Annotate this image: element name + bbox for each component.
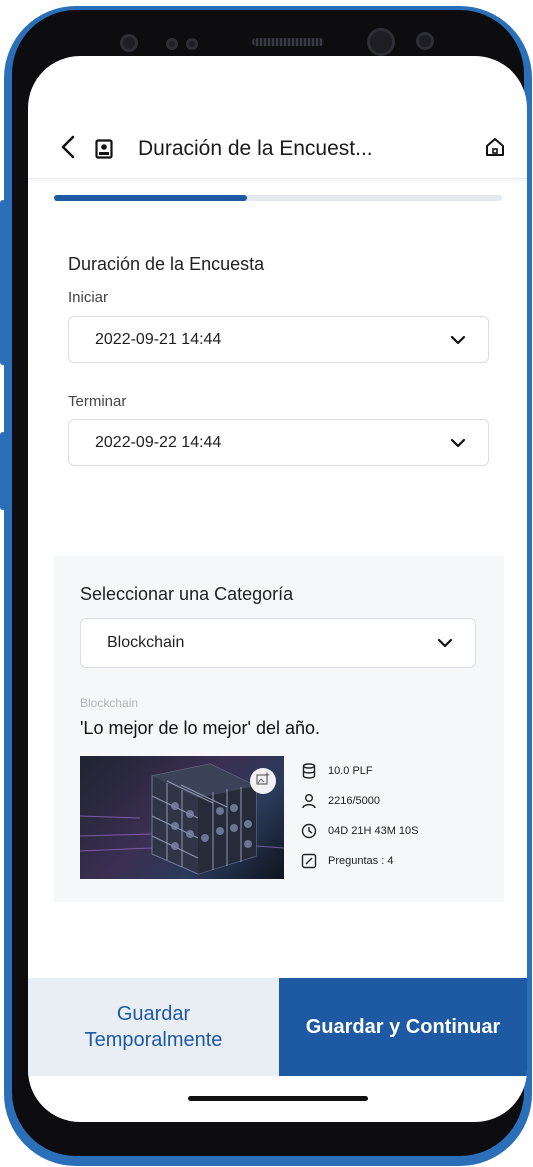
card-category-label: Blockchain [80, 696, 139, 710]
category-panel: Seleccionar una Categoría Blockchain Blo… [54, 556, 504, 902]
camera-lens [416, 32, 434, 50]
id-badge-icon [92, 137, 116, 161]
chevron-down-icon [438, 423, 478, 463]
home-icon [483, 135, 507, 164]
start-label: Iniciar [68, 289, 109, 306]
phone-side-button [0, 200, 6, 365]
chevron-down-icon [425, 623, 465, 663]
back-button[interactable] [48, 129, 88, 169]
save-and-continue-label: Guardar y Continuar [305, 1015, 501, 1038]
edit-square-icon [300, 852, 318, 870]
page-title: Duración de la Encuest... [138, 137, 373, 160]
change-image-button[interactable] [250, 768, 276, 794]
stat-time-left: 04D 21H 43M 10S [300, 816, 419, 846]
user-icon [300, 792, 318, 810]
image-add-icon [256, 772, 270, 791]
stat-participants-text: 2216/5000 [328, 795, 380, 807]
phone-side-button [0, 432, 6, 510]
category-select[interactable]: Blockchain [80, 618, 476, 668]
survey-stats: 10.0 PLF 2216/5000 04D 21H 43M 10S Pregu… [300, 756, 419, 876]
stat-participants: 2216/5000 [300, 786, 419, 816]
database-icon [300, 762, 318, 780]
duration-section-title: Duración de la Encuesta [68, 254, 265, 274]
home-button[interactable] [477, 131, 513, 167]
end-date-select[interactable]: 2022-09-22 14:44 [68, 419, 489, 466]
chevron-down-icon [438, 320, 478, 360]
chevron-left-icon [60, 135, 76, 164]
save-temporarily-label: Guardar Temporalmente [84, 1003, 223, 1051]
start-date-select[interactable]: 2022-09-21 14:44 [68, 316, 489, 363]
camera-lens [367, 28, 395, 56]
app-screen: Duración de la Encuest... Duración de la… [28, 56, 527, 1122]
speaker-grille [252, 38, 324, 46]
stat-questions: Preguntas : 4 [300, 846, 419, 876]
survey-thumbnail [80, 756, 284, 879]
home-indicator [188, 1096, 368, 1101]
card-headline: 'Lo mejor de lo mejor' del año. [80, 718, 321, 738]
save-temporarily-button[interactable]: Guardar Temporalmente [28, 978, 279, 1076]
stat-reward-text: 10.0 PLF [328, 765, 373, 777]
stat-questions-text: Preguntas : 4 [328, 855, 394, 867]
stat-reward: 10.0 PLF [300, 756, 419, 786]
end-label: Terminar [68, 393, 127, 410]
clock-icon [300, 822, 318, 840]
camera-lens [120, 34, 138, 52]
save-and-continue-button[interactable]: Guardar y Continuar [279, 978, 527, 1076]
start-date-value: 2022-09-21 14:44 [95, 330, 222, 348]
category-title: Seleccionar una Categoría [80, 584, 294, 604]
end-date-value: 2022-09-22 14:44 [95, 433, 222, 451]
sensor-dot [166, 38, 178, 50]
progress-bar [54, 195, 502, 201]
stat-time-left-text: 04D 21H 43M 10S [328, 825, 419, 837]
progress-fill [54, 195, 247, 201]
app-header: Duración de la Encuest... [28, 120, 527, 179]
sensor-dot [186, 38, 198, 50]
category-value: Blockchain [107, 634, 185, 651]
